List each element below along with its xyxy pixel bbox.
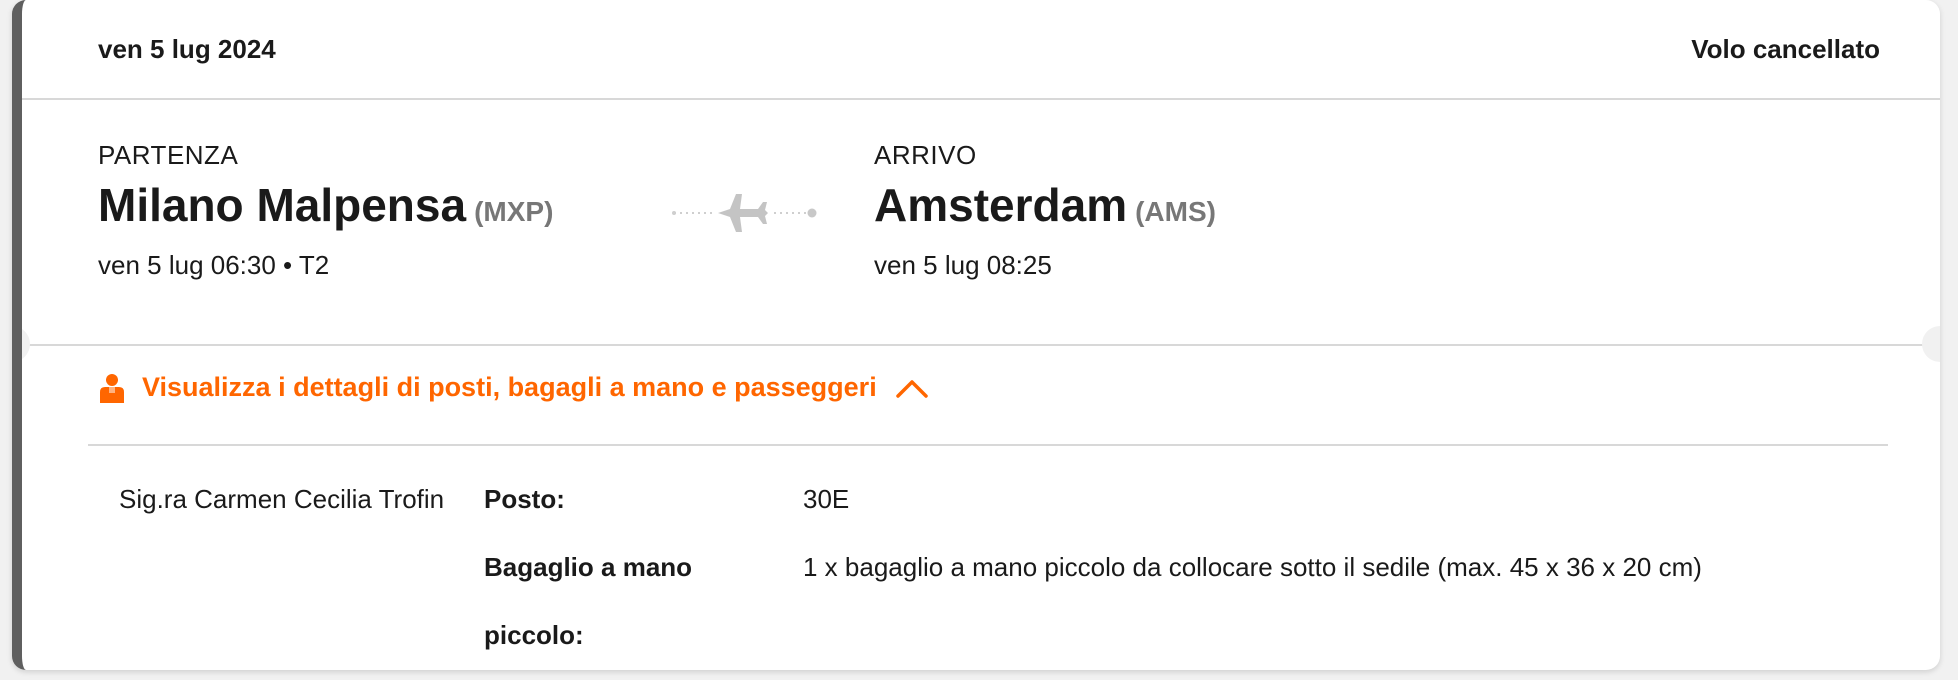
arrival-city-line: Amsterdam (AMS) (874, 177, 1216, 240)
airplane-icon (672, 194, 817, 232)
cabin-bag-label-line2: piccolo: (484, 620, 584, 650)
arrival-time: ven 5 lug 08:25 (874, 250, 1052, 280)
ticket-notch-right (1922, 326, 1940, 362)
arrival-code: (AMS) (1135, 196, 1216, 227)
details-divider (88, 444, 1888, 446)
departure-city-line: Milano Malpensa (MXP) (98, 177, 553, 240)
flight-card: ven 5 lug 2024 Volo cancellato PARTENZA … (12, 0, 1940, 670)
arrival-city: Amsterdam (874, 179, 1128, 231)
flight-status: Volo cancellato (1691, 34, 1880, 64)
seat-value: 30E (803, 484, 850, 514)
person-icon (100, 373, 124, 403)
arrival-block: ARRIVO Amsterdam (AMS) ven 5 lug 08:25 (874, 140, 1216, 281)
details-toggle-label: Visualizza i dettagli di posti, bagagli … (142, 372, 877, 402)
departure-city: Milano Malpensa (98, 179, 467, 231)
departure-block: PARTENZA Milano Malpensa (MXP) ven 5 lug … (98, 140, 553, 281)
departure-time: ven 5 lug 06:30 • T2 (98, 250, 330, 280)
arrival-label: ARRIVO (874, 140, 977, 170)
cabin-bag-label-line1: Bagaglio a mano (484, 552, 693, 582)
flight-date: ven 5 lug 2024 (98, 34, 276, 64)
flight-header: ven 5 lug 2024 Volo cancellato (22, 0, 1940, 100)
departure-code: (MXP) (474, 196, 554, 227)
departure-label: PARTENZA (98, 140, 239, 170)
details-toggle-button[interactable]: Visualizza i dettagli di posti, bagagli … (98, 372, 929, 403)
ticket-notch-left (22, 326, 30, 362)
passenger-name: Sig.ra Carmen Cecilia Trofin (119, 484, 445, 514)
seat-label: Posto: (484, 484, 565, 514)
chevron-up-icon (895, 379, 928, 398)
ticket-divider (22, 344, 1940, 346)
cabin-bag-label: Bagaglio a mano piccolo: (484, 544, 692, 658)
cabin-bag-value: 1 x bagaglio a mano piccolo da collocare… (803, 552, 1702, 582)
